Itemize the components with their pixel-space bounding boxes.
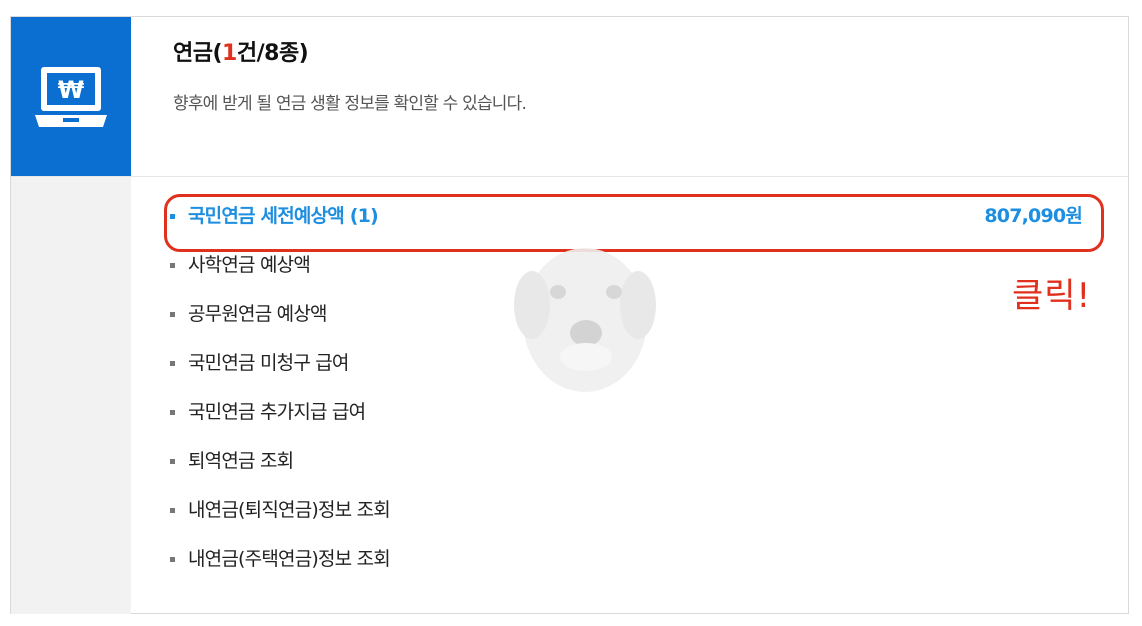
click-annotation: 클릭!	[1012, 276, 1092, 316]
page-title: 연금(1건/8종)	[173, 41, 309, 66]
amount-value[interactable]: 807,090원	[984, 201, 1082, 228]
bullet-icon	[170, 311, 175, 317]
list-item-label[interactable]: 퇴역연금 조회	[188, 446, 294, 473]
list-item-retirement-pension[interactable]: 내연금(퇴직연금)정보 조회	[170, 484, 1090, 533]
list-item-housing-pension[interactable]: 내연금(주택연금)정보 조회	[170, 533, 1090, 582]
header-divider	[11, 176, 1128, 177]
pension-icon-box: ₩	[11, 17, 131, 177]
bullet-icon	[170, 556, 175, 562]
list-item-label[interactable]: 국민연금 추가지급 급여	[188, 397, 366, 424]
page-subtitle: 향후에 받게 될 연금 생활 정보를 확인할 수 있습니다.	[173, 94, 527, 114]
list-item-label[interactable]: 사학연금 예상액	[188, 250, 311, 277]
list-item-label[interactable]: 내연금(퇴직연금)정보 조회	[188, 495, 391, 522]
list-item-label[interactable]: 공무원연금 예상액	[188, 299, 327, 326]
bullet-icon	[170, 360, 175, 366]
bullet-icon	[170, 507, 175, 513]
list-item-national-pension-estimate[interactable]: 국민연금 세전예상액 (1) 807,090원	[170, 190, 1090, 239]
bullet-icon	[170, 409, 175, 415]
list-item-label[interactable]: 내연금(주택연금)정보 조회	[188, 544, 391, 571]
won-symbol: ₩	[58, 76, 85, 104]
title-count: 1	[222, 41, 237, 66]
left-strip	[11, 177, 131, 614]
card-header: 연금(1건/8종) 향후에 받게 될 연금 생활 정보를 확인할 수 있습니다.	[173, 35, 527, 114]
bullet-icon	[170, 213, 175, 219]
list-item-label[interactable]: 국민연금 세전예상액 (1)	[188, 201, 379, 228]
laptop-won-icon: ₩	[35, 67, 107, 127]
bullet-icon	[170, 458, 175, 464]
list-item-military-pension[interactable]: 퇴역연금 조회	[170, 435, 1090, 484]
puppy-watermark-icon	[514, 248, 656, 392]
list-item-label[interactable]: 국민연금 미청구 급여	[188, 348, 349, 375]
bullet-icon	[170, 262, 175, 268]
